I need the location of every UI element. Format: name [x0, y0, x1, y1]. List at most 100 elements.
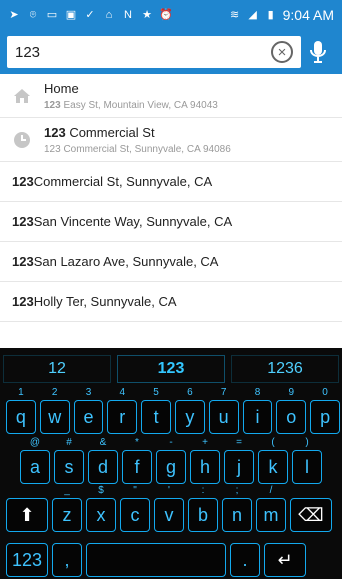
key-w[interactable]: 2w — [39, 387, 70, 434]
list-item-title: 123 Commercial St — [44, 125, 231, 140]
comma-key[interactable]: , — [52, 543, 82, 577]
list-item[interactable]: 123 Commercial St, Sunnyvale, CA — [0, 162, 342, 202]
comma-label: , — [64, 549, 70, 570]
list-item[interactable]: 123 Holly Ter, Sunnyvale, CA — [0, 282, 342, 322]
backspace-icon: ⌫ — [298, 504, 324, 525]
key-r[interactable]: 4r — [107, 387, 138, 434]
symbols-key[interactable]: 123 — [6, 543, 48, 577]
wifi-icon: ≋ — [230, 9, 240, 21]
key-hint: + — [202, 437, 208, 448]
period-key[interactable]: . — [230, 543, 260, 577]
key-k[interactable]: (k — [258, 437, 288, 484]
key-hint: ; — [235, 485, 239, 496]
app-frame: ➤ ⌾ ▭ ▣ ✓ ⌂ N ★ ⏰ ≋ ◢ ▮ 9:04 AM × — [0, 0, 342, 579]
key-n[interactable]: ; n — [222, 485, 252, 532]
key-hint: 0 — [322, 387, 328, 398]
key-q[interactable]: 1q — [6, 387, 36, 434]
key-hint: $ — [98, 485, 104, 496]
key-u[interactable]: 7u — [208, 387, 239, 434]
key-label: h — [199, 456, 210, 477]
key-v[interactable]: ' v — [154, 485, 184, 532]
key-hint: 3 — [85, 387, 92, 398]
period-label: . — [242, 549, 248, 570]
key-label: u — [218, 406, 229, 427]
key-hint: 4 — [119, 387, 126, 398]
list-item-subtitle: 123 Easy St, Mountain View, CA 94043 — [44, 100, 218, 111]
key-hint: ( — [271, 437, 275, 448]
key-hint: / — [269, 485, 273, 496]
key-h[interactable]: + h — [190, 437, 220, 484]
key-label: l — [305, 456, 309, 477]
key-label: q — [15, 406, 26, 427]
history-icon — [0, 131, 44, 149]
list-item[interactable]: 123 San Lazaro Ave, Sunnyvale, CA — [0, 242, 342, 282]
location-arrow-icon: ➤ — [9, 9, 19, 21]
signal-icon: ◢ — [248, 9, 257, 21]
key-e[interactable]: 3e — [73, 387, 104, 434]
list-item[interactable]: 123 Commercial St 123 Commercial St, Sun… — [0, 118, 342, 162]
list-item[interactable]: 123 San Vincente Way, Sunnyvale, CA — [0, 202, 342, 242]
keyboard-suggestion[interactable]: 1236 — [231, 355, 339, 383]
key-d[interactable]: & d — [88, 437, 118, 484]
n-app-icon: N — [124, 9, 132, 21]
keyboard-row-1: 1q 2w 3e 4r 5t 6y 7u 8i 9o 0p — [0, 387, 342, 434]
list-item-text: 123 Commercial St 123 Commercial St, Sun… — [44, 125, 231, 155]
key-j[interactable]: = j — [224, 437, 254, 484]
item-bold: 123 — [12, 294, 34, 309]
search-input[interactable] — [15, 43, 271, 61]
microphone-svg — [310, 41, 326, 63]
microphone-icon[interactable] — [301, 36, 335, 68]
message-icon: ▭ — [46, 9, 58, 21]
key-label: j — [237, 456, 241, 477]
space-key[interactable] — [86, 543, 226, 577]
key-hint: # — [66, 437, 72, 448]
list-item[interactable]: Home 123 Easy St, Mountain View, CA 9404… — [0, 74, 342, 118]
list-item-text: Home 123 Easy St, Mountain View, CA 9404… — [44, 81, 218, 111]
key-hint: 9 — [288, 387, 295, 398]
keyboard: 12 123 1236 1q 2w 3e 4r 5t 6y 7u 8i 9o 0… — [0, 348, 342, 579]
key-s[interactable]: # s — [54, 437, 84, 484]
key-f[interactable]: * f — [122, 437, 152, 484]
key-label: b — [197, 504, 208, 525]
key-o[interactable]: 9o — [276, 387, 307, 434]
key-label: t — [153, 406, 159, 427]
key-t[interactable]: 5t — [141, 387, 171, 434]
item-rest: Commercial St, Sunnyvale, CA — [33, 174, 213, 189]
key-hint: - — [169, 437, 173, 448]
key-z[interactable]: _ z — [52, 485, 82, 532]
key-label: d — [97, 456, 108, 477]
key-c[interactable]: " c — [120, 485, 150, 532]
key-hint: & — [99, 437, 107, 448]
shift-key[interactable]: ⬆ — [6, 498, 48, 532]
keyboard-suggestion[interactable]: 12 — [3, 355, 111, 383]
key-hint: 5 — [153, 387, 159, 398]
keyboard-suggestion[interactable]: 123 — [117, 355, 225, 383]
key-hint: 2 — [51, 387, 58, 398]
key-label: g — [165, 456, 176, 477]
key-hint: 1 — [18, 387, 24, 398]
subtitle-bold: 123 — [44, 99, 61, 111]
key-label: z — [62, 504, 72, 525]
key-label: m — [263, 504, 279, 525]
key-i[interactable]: 8i — [242, 387, 273, 434]
status-bar: ➤ ⌾ ▭ ▣ ✓ ⌂ N ★ ⏰ ≋ ◢ ▮ 9:04 AM — [0, 0, 342, 30]
key-m[interactable]: / m — [256, 485, 286, 532]
battery-icon: ▮ — [267, 9, 274, 21]
key-a[interactable]: @ a — [20, 437, 50, 484]
key-label: s — [64, 456, 74, 477]
key-y[interactable]: 6y — [174, 387, 205, 434]
key-hint: 6 — [187, 387, 193, 398]
key-g[interactable]: -g — [156, 437, 186, 484]
key-b[interactable]: :b — [188, 485, 218, 532]
clear-icon[interactable]: × — [271, 41, 293, 63]
backspace-key[interactable]: ⌫ — [290, 498, 332, 532]
key-l[interactable]: ) l — [292, 437, 322, 484]
key-label: v — [164, 504, 174, 525]
key-x[interactable]: $ x — [86, 485, 116, 532]
keyboard-row-3: ⬆ _ z $ x " c ' v :b ; n / m ⌫ — [0, 485, 342, 532]
search-box[interactable]: × — [7, 36, 301, 68]
status-right: ≋ ◢ ▮ 9:04 AM — [229, 7, 334, 23]
enter-key[interactable]: ↵ — [264, 543, 306, 577]
key-label: f — [134, 456, 140, 477]
key-p[interactable]: 0p — [310, 387, 340, 434]
